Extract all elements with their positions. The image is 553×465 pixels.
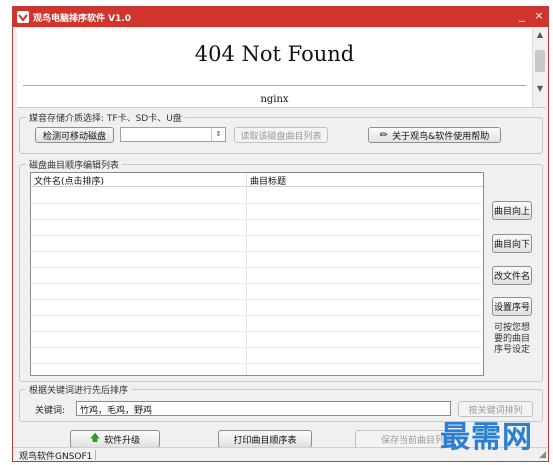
column-header-filename[interactable]: 文件名(点击排序) [34,174,104,187]
table-row [31,315,483,316]
rename-file-button[interactable]: 改文件名 [492,266,532,285]
read-track-list-button[interactable]: 读取该磁盘曲目列表 [234,127,328,143]
divider [23,85,526,86]
table-row [31,299,483,300]
window-title: 观鸟电脑排序软件 V1.0 [33,14,132,24]
keyword-input[interactable]: 竹鸡，毛鸡，野鸡 [76,401,451,416]
upgrade-label: 软件升级 [104,435,141,446]
drive-select[interactable]: ⇕ [120,127,226,142]
table-row [31,219,483,220]
close-button[interactable]: × [532,9,546,23]
help-about-label: 关于观鸟&软件使用帮助 [392,131,490,142]
title-bar[interactable]: 观鸟电脑排序软件 V1.0 _ × [13,7,548,27]
table-row [31,363,483,364]
updown-icon: ⇕ [211,128,225,141]
number-hint: 可按您想 要的曲目 序号设定 [490,323,534,356]
table-row [31,267,483,268]
table-header: 文件名(点击排序) 曲目标题 [31,173,483,187]
track-list-table[interactable]: 文件名(点击排序) 曲目标题 [30,172,484,376]
scroll-thumb[interactable] [535,50,545,72]
table-row [31,203,483,204]
error-heading: 404 Not Found [194,42,355,66]
print-order-button[interactable]: 打印曲目顺序表 [218,430,312,448]
keyword-group-legend: 根据关键词进行先后排序 [26,383,132,396]
set-number-button[interactable]: 设置序号 [492,297,532,316]
keyword-label: 关键词: [35,406,66,416]
app-logo-icon [17,11,29,23]
scroll-up-icon[interactable]: ▲ [533,28,546,42]
status-text: 观鸟软件GNSOF1 [19,452,93,462]
column-header-title[interactable]: 曲目标题 [250,174,286,187]
hint-line: 要的曲目 [493,334,530,344]
upgrade-button[interactable]: 🡅 软件升级 [70,430,160,448]
minimize-button[interactable]: _ [515,9,529,23]
hint-line: 可按您想 [493,323,530,333]
detect-drive-button[interactable]: 检测可移动磁盘 [35,127,114,143]
server-name: nginx [260,94,289,105]
move-down-button[interactable]: 曲目向下 [492,234,532,253]
table-row [31,251,483,252]
status-separator [95,450,96,460]
web-view-scrollbar[interactable]: ▲ ▼ [532,28,546,107]
app-window: 观鸟电脑排序软件 V1.0 _ × 404 Not Found nginx ▲ … [12,6,549,462]
table-row [31,283,483,284]
move-up-button[interactable]: 曲目向上 [492,201,532,220]
table-row [31,347,483,348]
embedded-web-view[interactable]: 404 Not Found nginx ▲ ▼ [17,28,546,108]
help-about-button[interactable]: ✏ 关于观鸟&软件使用帮助 [368,127,501,143]
order-group-legend: 磁盘曲目顺序编辑列表 [26,158,123,171]
storage-group-legend: 媒音存储介质选择: TF卡、SD卡、U盘 [26,111,185,124]
scroll-down-icon[interactable]: ▼ [533,82,546,96]
table-row [31,235,483,236]
resize-grip-icon[interactable]: ◢ [539,450,546,460]
pencil-icon: ✏ [379,129,389,141]
hint-line: 序号设定 [493,345,530,355]
arrow-up-icon: 🡅 [89,432,101,444]
site-watermark: 最需网 [440,420,533,455]
table-row [31,331,483,332]
